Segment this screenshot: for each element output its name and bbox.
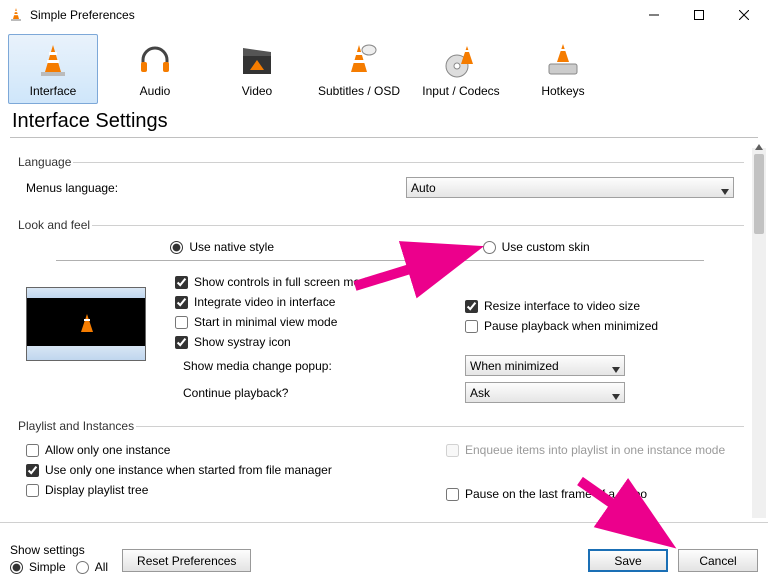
continue-playback-label: Continue playback? — [175, 386, 425, 400]
radio-simple[interactable]: Simple — [10, 560, 66, 574]
maximize-button[interactable] — [676, 0, 721, 30]
menus-language-select[interactable]: Auto — [406, 177, 734, 198]
tab-label: Subtitles / OSD — [318, 84, 400, 98]
category-tabs: Interface Audio Video Subtitles / OSD In… — [0, 30, 768, 104]
tab-video[interactable]: Video — [212, 34, 302, 104]
legend: Look and feel — [16, 218, 92, 232]
check-enqueue: Enqueue items into playlist in one insta… — [446, 443, 725, 457]
tab-label: Hotkeys — [541, 84, 584, 98]
save-button[interactable]: Save — [588, 549, 668, 572]
check-playlist-tree[interactable]: Display playlist tree — [26, 483, 386, 497]
divider — [10, 137, 758, 138]
cone-icon — [33, 40, 73, 80]
reset-preferences-button[interactable]: Reset Preferences — [122, 549, 251, 572]
bottom-bar: Show settings Simple All Reset Preferenc… — [0, 522, 768, 578]
minimize-button[interactable] — [631, 0, 676, 30]
radio-label: Use custom skin — [502, 240, 590, 254]
select-value: Auto — [411, 181, 436, 195]
skin-preview — [26, 287, 146, 361]
radio-label: Use native style — [189, 240, 274, 254]
check-fullscreen-controls[interactable]: Show controls in full screen mode — [175, 275, 435, 289]
legend: Language — [16, 155, 73, 169]
legend: Playlist and Instances — [16, 419, 136, 433]
page-title: Interface Settings — [0, 104, 768, 137]
check-systray[interactable]: Show systray icon — [175, 335, 435, 349]
tab-subtitles[interactable]: Subtitles / OSD — [314, 34, 404, 104]
content-pane: Language Menus language: Auto Look and f… — [8, 145, 752, 520]
tab-input-codecs[interactable]: Input / Codecs — [416, 34, 506, 104]
group-look-and-feel: Look and feel Use native style Use custo… — [16, 218, 744, 409]
clapper-icon — [237, 40, 277, 80]
select-value: Ask — [470, 386, 490, 400]
tab-label: Interface — [30, 84, 77, 98]
vertical-scrollbar[interactable] — [752, 148, 766, 518]
hotkeys-icon — [543, 40, 583, 80]
media-popup-label: Show media change popup: — [175, 359, 425, 373]
media-popup-select[interactable]: When minimized — [465, 355, 625, 376]
tab-audio[interactable]: Audio — [110, 34, 200, 104]
disc-icon — [441, 40, 481, 80]
close-button[interactable] — [721, 0, 766, 30]
radio-custom-skin[interactable]: Use custom skin — [483, 240, 590, 254]
continue-playback-select[interactable]: Ask — [465, 382, 625, 403]
tab-label: Input / Codecs — [422, 84, 499, 98]
tab-label: Audio — [140, 84, 171, 98]
cancel-button[interactable]: Cancel — [678, 549, 758, 572]
chevron-down-icon — [612, 362, 620, 376]
check-pause-last-frame[interactable]: Pause on the last frame of a video — [446, 487, 725, 501]
group-language: Language Menus language: Auto — [16, 155, 744, 208]
show-settings-group: Show settings Simple All — [10, 543, 108, 574]
check-one-instance[interactable]: Allow only one instance — [26, 443, 386, 457]
check-integrate-video[interactable]: Integrate video in interface — [175, 295, 435, 309]
speech-icon — [339, 40, 379, 80]
menus-language-label: Menus language: — [26, 181, 406, 195]
tab-interface[interactable]: Interface — [8, 34, 98, 104]
check-one-instance-filemgr[interactable]: Use only one instance when started from … — [26, 463, 386, 477]
scroll-thumb[interactable] — [754, 154, 764, 234]
app-icon — [8, 7, 24, 23]
headphones-icon — [135, 40, 175, 80]
radio-all[interactable]: All — [76, 560, 108, 574]
select-value: When minimized — [470, 359, 559, 373]
check-resize-to-video[interactable]: Resize interface to video size — [465, 299, 658, 313]
chevron-down-icon — [721, 184, 729, 198]
show-settings-label: Show settings — [10, 543, 108, 557]
scroll-up-icon[interactable] — [752, 140, 766, 154]
titlebar: Simple Preferences — [0, 0, 768, 30]
tab-label: Video — [242, 84, 272, 98]
group-playlist: Playlist and Instances Allow only one in… — [16, 419, 744, 507]
cone-icon — [75, 312, 99, 339]
chevron-down-icon — [612, 389, 620, 403]
check-minimal-view[interactable]: Start in minimal view mode — [175, 315, 435, 329]
window-title: Simple Preferences — [30, 8, 631, 22]
check-pause-minimized[interactable]: Pause playback when minimized — [465, 319, 658, 333]
tab-hotkeys[interactable]: Hotkeys — [518, 34, 608, 104]
radio-native-style[interactable]: Use native style — [170, 240, 274, 254]
